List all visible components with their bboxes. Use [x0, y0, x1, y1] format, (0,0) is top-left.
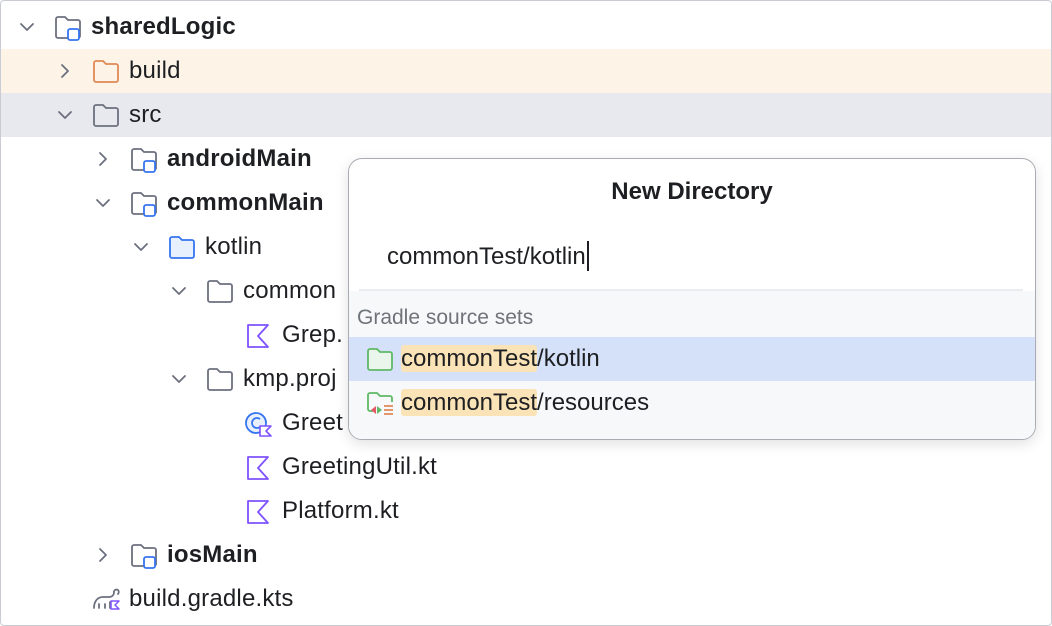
tree-label: build.gradle.kts	[129, 585, 294, 612]
gradle-elephant-icon	[91, 586, 121, 614]
suggestion-list: Gradle source sets commonTest/kotlin com…	[349, 291, 1035, 439]
package-folder-icon	[205, 278, 235, 306]
tree-row-greetingutil-file[interactable]: GreetingUtil.kt	[1, 445, 1051, 489]
kotlin-file-icon	[243, 454, 273, 482]
tree-label: common	[243, 277, 337, 304]
chevron-down-icon[interactable]	[17, 17, 37, 37]
chevron-down-icon[interactable]	[131, 237, 151, 257]
text-caret	[586, 240, 589, 271]
tree-label: iosMain	[167, 541, 258, 568]
tree-label: GreetingUtil.kt	[282, 453, 438, 480]
module-folder-icon	[129, 542, 159, 570]
suggestion-item[interactable]: commonTest/resources	[349, 381, 1035, 425]
tree-label: kotlin	[205, 233, 263, 260]
suggestion-match: commonTest	[401, 345, 538, 372]
directory-name-value: commonTest/kotlin	[387, 243, 586, 270]
kotlin-file-icon	[243, 498, 273, 526]
popup-title: New Directory	[611, 178, 773, 205]
chevron-right-icon[interactable]	[93, 545, 113, 565]
suggestion-rest: /resources	[537, 389, 650, 416]
module-folder-icon	[53, 14, 83, 42]
tree-label: kmp.proj	[243, 365, 337, 392]
project-tool-window: sharedLogic build src androidMain common…	[0, 0, 1052, 626]
suggestion-rest: /kotlin	[537, 345, 600, 372]
suggestion-item[interactable]: commonTest/kotlin	[349, 337, 1035, 381]
excluded-folder-icon	[91, 58, 121, 86]
new-directory-popup: New Directory commonTest/kotlin Gradle s…	[348, 158, 1036, 440]
tree-row-src[interactable]: src	[1, 93, 1051, 137]
tree-label: commonMain	[167, 189, 324, 216]
chevron-down-icon[interactable]	[93, 193, 113, 213]
module-folder-icon	[129, 146, 159, 174]
directory-name-input[interactable]: commonTest/kotlin	[387, 239, 589, 275]
tree-row-platform-file[interactable]: Platform.kt	[1, 489, 1051, 533]
tree-label: src	[129, 101, 162, 128]
chevron-down-icon[interactable]	[169, 281, 189, 301]
source-root-folder-icon	[167, 234, 197, 262]
chevron-down-icon[interactable]	[55, 105, 75, 125]
tree-label: build	[129, 57, 181, 84]
section-header: Gradle source sets	[357, 306, 534, 329]
suggestion-match: commonTest	[401, 389, 538, 416]
kotlin-class-icon	[243, 410, 273, 438]
tree-row-gradle-file[interactable]: build.gradle.kts	[1, 577, 1051, 621]
tree-label: Greet	[282, 409, 344, 436]
package-folder-icon	[205, 366, 235, 394]
kotlin-file-icon	[243, 322, 273, 350]
resources-folder-icon	[365, 390, 395, 418]
tree-label: androidMain	[167, 145, 312, 172]
chevron-down-icon[interactable]	[169, 369, 189, 389]
tree-row-sharedlogic[interactable]: sharedLogic	[1, 5, 1051, 49]
module-folder-icon	[129, 190, 159, 218]
tree-label: sharedLogic	[91, 13, 236, 40]
tree-row-iosmain[interactable]: iosMain	[1, 533, 1051, 577]
tree-row-build[interactable]: build	[1, 49, 1051, 93]
chevron-right-icon[interactable]	[55, 61, 75, 81]
tree-label: Grep.	[282, 321, 344, 348]
tree-label: Platform.kt	[282, 497, 399, 524]
source-folder-icon	[365, 346, 395, 374]
chevron-right-icon[interactable]	[93, 149, 113, 169]
folder-icon	[91, 102, 121, 130]
